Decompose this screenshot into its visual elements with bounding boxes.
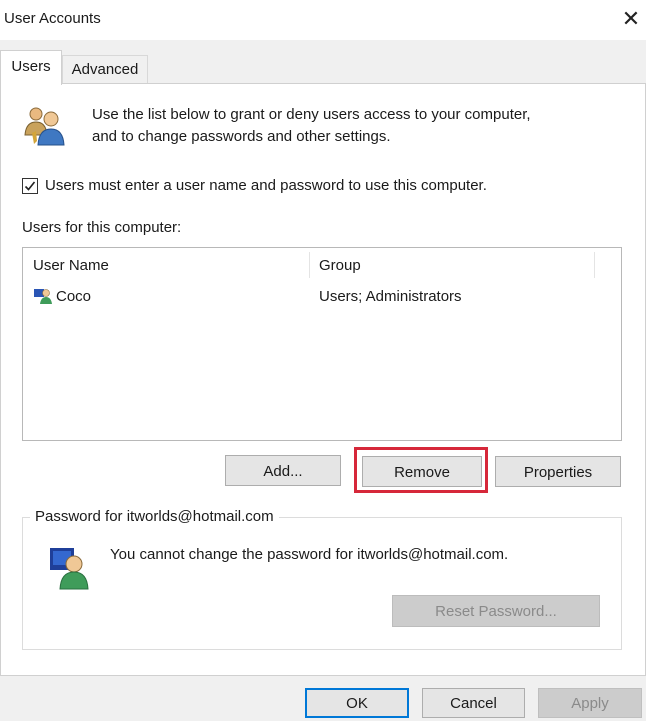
users-list[interactable]: User Name Group Coco Users; Administrato… [22, 247, 622, 441]
users-list-label: Users for this computer: [22, 219, 182, 236]
column-divider[interactable] [594, 252, 595, 278]
user-group-cell[interactable]: Users; Administrators [319, 288, 462, 305]
intro-line-2: and to change passwords and other settin… [92, 128, 391, 145]
window-title: User Accounts [4, 10, 101, 27]
close-icon[interactable]: ✕ [616, 6, 646, 34]
apply-button: Apply [538, 688, 642, 718]
tab-users[interactable]: Users [0, 50, 62, 85]
cancel-button[interactable]: Cancel [422, 688, 525, 718]
column-header-group[interactable]: Group [319, 248, 361, 282]
properties-button[interactable]: Properties [495, 456, 621, 487]
password-message: You cannot change the password for itwor… [110, 546, 509, 563]
remove-button[interactable]: Remove [362, 456, 482, 487]
title-bar: User Accounts ✕ [0, 0, 646, 40]
password-groupbox [22, 517, 622, 650]
intro-line-1: Use the list below to grant or deny user… [92, 106, 531, 123]
column-header-user-name[interactable]: User Name [33, 248, 109, 282]
user-name-cell[interactable]: Coco [56, 288, 91, 305]
checkmark-icon [24, 181, 36, 191]
user-icon [34, 289, 52, 304]
add-button[interactable]: Add... [225, 455, 341, 486]
user-password-icon [50, 548, 89, 590]
ok-button[interactable]: OK [305, 688, 409, 718]
intro-text: Use the list below to grant or deny user… [92, 104, 612, 148]
users-icon [24, 107, 65, 146]
column-divider[interactable] [309, 252, 310, 278]
require-login-label[interactable]: Users must enter a user name and passwor… [45, 177, 487, 194]
password-group-label: Password for itworlds@hotmail.com [30, 508, 279, 525]
tab-advanced[interactable]: Advanced [62, 55, 148, 84]
reset-password-button: Reset Password... [392, 595, 600, 627]
require-login-checkbox[interactable] [22, 178, 38, 194]
